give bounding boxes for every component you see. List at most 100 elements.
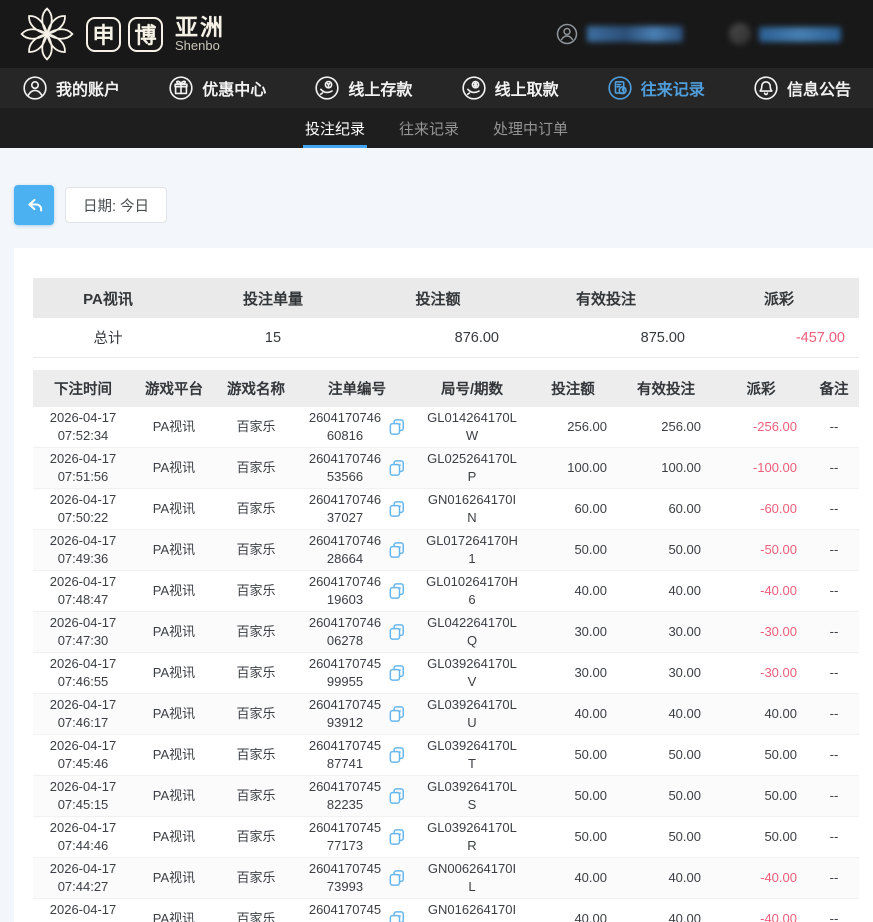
bet-time: 2026-04-17 07:47:30 <box>33 614 133 649</box>
copy-icon[interactable] <box>387 540 407 560</box>
bet-amount: 40.00 <box>527 910 619 922</box>
payout: -30.00 <box>713 664 809 682</box>
order-number: 260417074653566 <box>307 450 383 485</box>
round-number: GL039264170LS <box>417 778 527 813</box>
tab-2[interactable]: 往来记录 <box>397 108 461 148</box>
table-row: 2026-04-17 07:46:17 PA视讯 百家乐 26041707459… <box>33 694 859 735</box>
balance-group[interactable] <box>729 23 841 45</box>
payout: -30.00 <box>713 623 809 641</box>
user-area <box>555 22 855 46</box>
order-number: 260417074660816 <box>307 409 383 444</box>
table-row: 2026-04-17 07:51:56 PA视讯 百家乐 26041707465… <box>33 448 859 489</box>
valid-bet: 30.00 <box>619 623 713 641</box>
page: 申 博 亚洲 Shenbo <box>0 0 873 922</box>
nav-item-bell[interactable]: 信息公告 <box>741 68 863 108</box>
copy-icon[interactable] <box>387 417 407 437</box>
game-platform: PA视讯 <box>133 623 215 641</box>
nav-item-gift[interactable]: 优惠中心 <box>156 68 278 108</box>
brand-boxed-chars: 申 博 <box>86 17 163 52</box>
bet-time: 2026-04-17 07:46:17 <box>33 696 133 731</box>
valid-bet: 40.00 <box>619 869 713 887</box>
nav-item-user[interactable]: 我的账户 <box>10 68 132 108</box>
tab-1[interactable]: 投注纪录 <box>303 108 367 148</box>
round-number: GL039264170LU <box>417 696 527 731</box>
copy-icon[interactable] <box>387 458 407 478</box>
bet-amount: 50.00 <box>527 787 619 805</box>
remark: -- <box>809 910 859 922</box>
content-area: 日期: 今日 PA视讯 投注单量 投注额 有效投注 派彩 总计 15 876.0… <box>0 148 873 922</box>
record-tabs: 投注纪录 往来记录 处理中订单 <box>0 108 873 148</box>
copy-icon[interactable] <box>387 909 407 922</box>
valid-bet: 50.00 <box>619 746 713 764</box>
game-platform: PA视讯 <box>133 541 215 559</box>
game-platform: PA视讯 <box>133 828 215 846</box>
bet-time: 2026-04-17 07:50:22 <box>33 491 133 526</box>
copy-icon[interactable] <box>387 499 407 519</box>
summary-header-valid: 有效投注 <box>513 288 699 309</box>
balance-redacted <box>759 27 841 42</box>
game-platform: PA视讯 <box>133 664 215 682</box>
bet-time: 2026-04-17 07:44:27 <box>33 860 133 895</box>
summary-bet-amount: 876.00 <box>363 330 513 346</box>
round-number: GL042264170LQ <box>417 614 527 649</box>
bets-table-body: 2026-04-17 07:52:34 PA视讯 百家乐 26041707466… <box>33 407 859 922</box>
game-platform: PA视讯 <box>133 746 215 764</box>
main-navigation: 我的账户 优惠中心 线上存款 线上取款 往来记录 信息公告 <box>0 68 873 108</box>
table-row: 2026-04-17 07:46:55 PA视讯 百家乐 26041707459… <box>33 653 859 694</box>
balance-icon-redacted <box>729 23 751 45</box>
toolbar: 日期: 今日 <box>0 185 873 225</box>
game-platform: PA视讯 <box>133 705 215 723</box>
game-platform: PA视讯 <box>133 910 215 922</box>
back-arrow-icon <box>23 194 45 216</box>
game-name: 百家乐 <box>215 459 297 477</box>
tab-3[interactable]: 处理中订单 <box>491 108 570 148</box>
game-name: 百家乐 <box>215 828 297 846</box>
remark: -- <box>809 746 859 764</box>
user-account[interactable] <box>555 22 683 46</box>
bet-time: 2026-04-17 07:49:36 <box>33 532 133 567</box>
copy-icon[interactable] <box>387 827 407 847</box>
copy-icon[interactable] <box>387 868 407 888</box>
valid-bet: 60.00 <box>619 500 713 518</box>
copy-icon[interactable] <box>387 704 407 724</box>
game-name: 百家乐 <box>215 787 297 805</box>
bet-time: 2026-04-17 07:45:15 <box>33 778 133 813</box>
header-order-number: 注单编号 <box>297 378 417 399</box>
remark: -- <box>809 418 859 436</box>
payout: -60.00 <box>713 500 809 518</box>
copy-icon[interactable] <box>387 622 407 642</box>
table-row: 2026-04-17 07:47:30 PA视讯 百家乐 26041707460… <box>33 612 859 653</box>
payout: -40.00 <box>713 910 809 922</box>
records-icon <box>607 75 633 101</box>
copy-icon[interactable] <box>387 663 407 683</box>
bet-amount: 30.00 <box>527 623 619 641</box>
table-row: 2026-04-17 07:43:34 PA视讯 百家乐 26041707456… <box>33 899 859 922</box>
bet-amount: 60.00 <box>527 500 619 518</box>
bet-amount: 40.00 <box>527 869 619 887</box>
game-platform: PA视讯 <box>133 418 215 436</box>
copy-icon[interactable] <box>387 786 407 806</box>
remark: -- <box>809 582 859 600</box>
game-name: 百家乐 <box>215 623 297 641</box>
copy-icon[interactable] <box>387 581 407 601</box>
copy-icon[interactable] <box>387 745 407 765</box>
user-icon <box>22 75 48 101</box>
payout: -50.00 <box>713 541 809 559</box>
date-filter-button[interactable]: 日期: 今日 <box>65 187 167 223</box>
header-round-number: 局号/期数 <box>417 378 527 399</box>
game-platform: PA视讯 <box>133 500 215 518</box>
order-number-cell: 260417074653566 <box>297 450 417 485</box>
round-number: GL025264170LP <box>417 450 527 485</box>
nav-item-records[interactable]: 往来记录 <box>595 68 717 108</box>
back-button[interactable] <box>14 185 54 225</box>
header-payout: 派彩 <box>713 378 809 399</box>
nav-item-withdraw[interactable]: 线上取款 <box>449 68 571 108</box>
remark: -- <box>809 787 859 805</box>
brand-logo[interactable]: 申 博 亚洲 Shenbo <box>18 5 225 63</box>
bet-amount: 50.00 <box>527 746 619 764</box>
remark: -- <box>809 623 859 641</box>
game-name: 百家乐 <box>215 746 297 764</box>
nav-item-deposit[interactable]: 线上存款 <box>302 68 424 108</box>
payout: -40.00 <box>713 869 809 887</box>
summary-total-row: 总计 15 876.00 875.00 -457.00 <box>33 318 859 358</box>
